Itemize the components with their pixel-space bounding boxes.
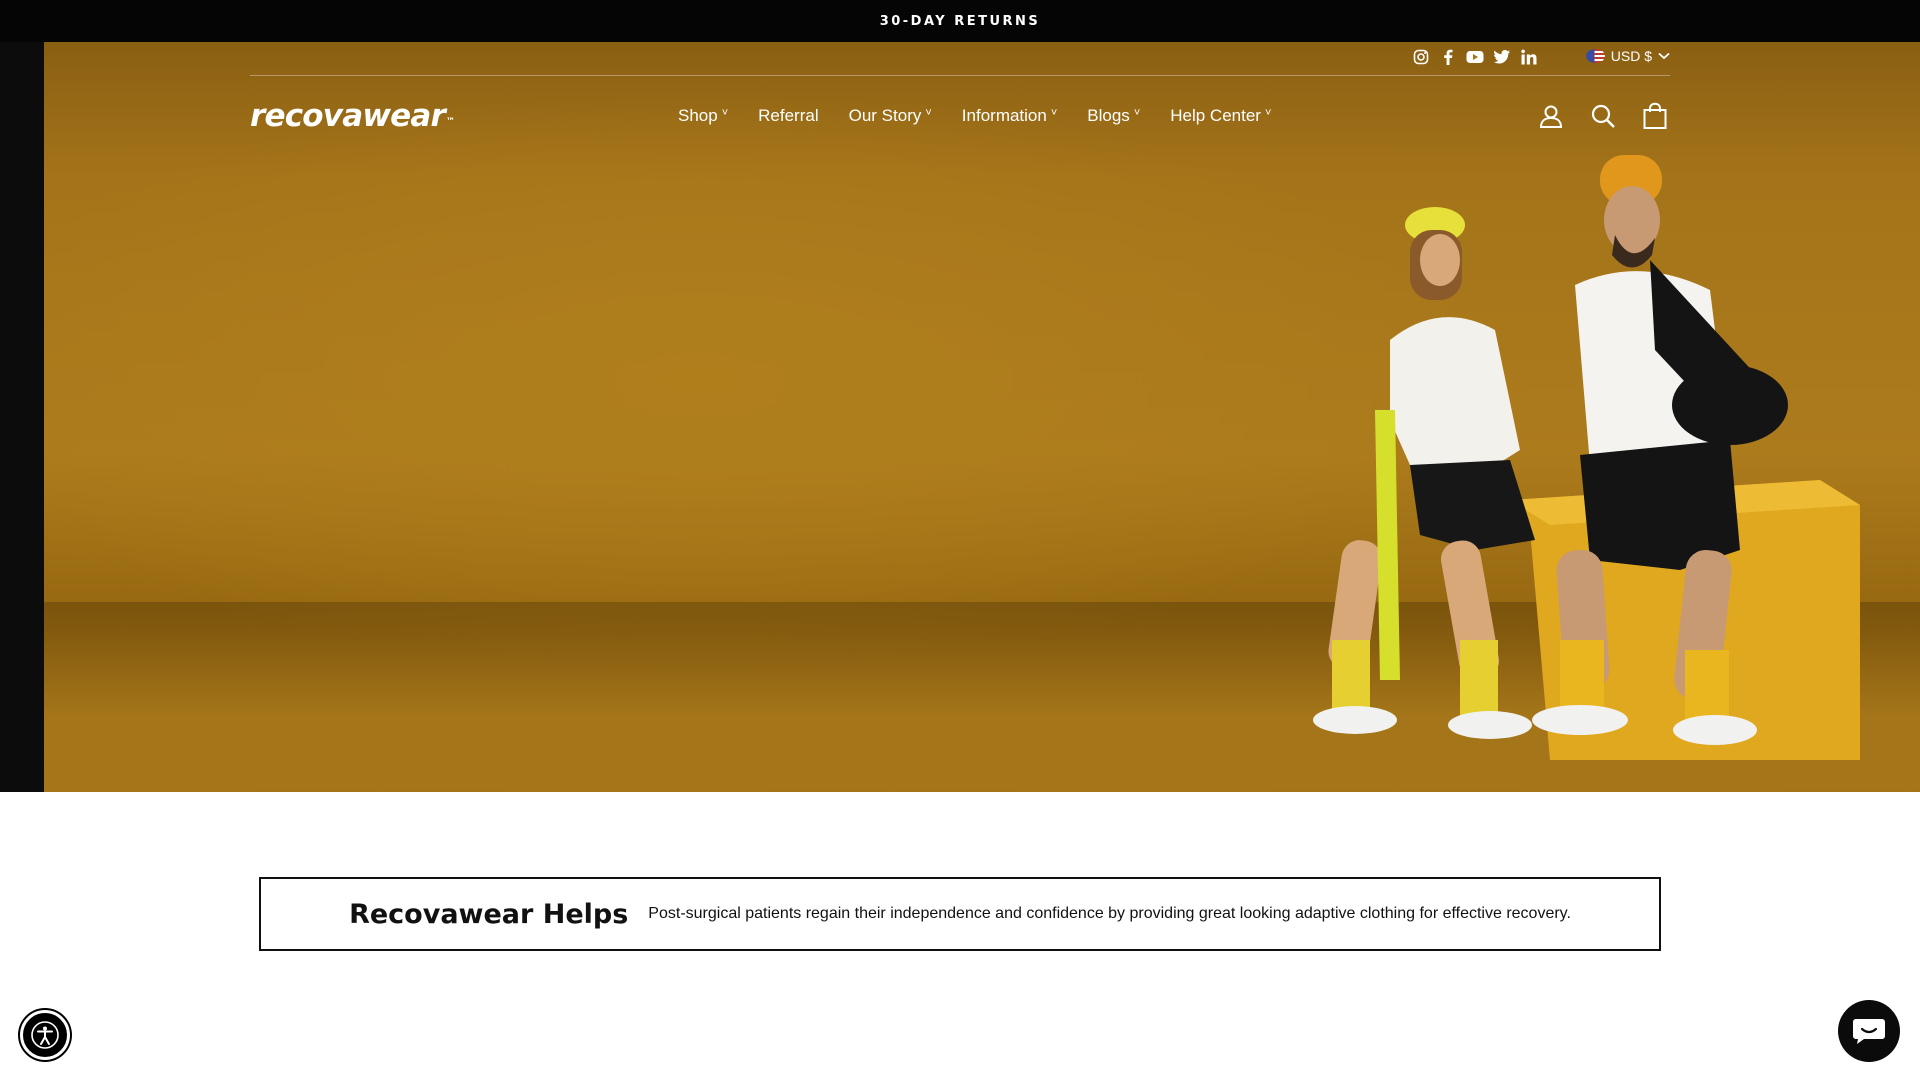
- chevron-down-icon: [1658, 52, 1670, 60]
- nav-item-information[interactable]: Information ˅: [962, 106, 1057, 126]
- caret-down-icon: ˅: [1133, 107, 1141, 119]
- facebook-icon[interactable]: [1439, 48, 1457, 66]
- chat-button[interactable]: [1838, 1000, 1900, 1062]
- caret-down-icon: ˅: [1264, 107, 1272, 119]
- nav-item-referral[interactable]: Referral: [758, 106, 818, 126]
- account-icon[interactable]: [1536, 101, 1566, 131]
- logo-text: recovawear: [250, 98, 446, 134]
- nav-menu: Shop ˅ Referral Our Story ˅ Information ˅ B…: [678, 96, 1271, 136]
- main-navigation: recovawear™ Shop ˅ Referral Our Story ˅ In…: [250, 96, 1670, 136]
- utility-bar: USD $: [250, 42, 1670, 76]
- hero-left-strip: [0, 42, 44, 792]
- caret-down-icon: ˅: [925, 107, 932, 119]
- chat-icon: [1853, 1019, 1885, 1044]
- header-actions: [1536, 96, 1670, 136]
- linkedin-icon[interactable]: [1520, 48, 1538, 66]
- youtube-icon[interactable]: [1466, 48, 1484, 66]
- instagram-icon[interactable]: [1412, 48, 1430, 66]
- cart-icon[interactable]: [1640, 101, 1670, 131]
- announcement-bar: 30-DAY RETURNS: [0, 0, 1920, 42]
- social-links: [1412, 48, 1538, 66]
- caret-down-icon: ˅: [721, 107, 729, 119]
- accessibility-icon: [31, 1021, 59, 1049]
- hero-models-image: [1313, 155, 1860, 760]
- caret-down-icon: ˅: [1050, 107, 1058, 119]
- search-icon[interactable]: [1588, 101, 1618, 131]
- recovawear-logo[interactable]: recovawear™: [250, 96, 455, 136]
- currency-selector[interactable]: USD $: [1585, 48, 1670, 64]
- nav-item-help-center[interactable]: Help Center ˅: [1170, 106, 1271, 126]
- announcement-text: 30-DAY RETURNS: [879, 13, 1041, 29]
- nav-item-our-story[interactable]: Our Story ˅: [849, 106, 932, 126]
- logo-trademark: ™: [445, 117, 455, 127]
- helps-title: Recovawear Helps: [349, 898, 629, 930]
- twitter-icon[interactable]: [1493, 48, 1511, 66]
- recovawear-helps-banner: Recovawear Helps Post-surgical patients …: [259, 877, 1661, 951]
- helps-description: Post-surgical patients regain their inde…: [648, 905, 1571, 922]
- nav-item-shop[interactable]: Shop ˅: [678, 106, 728, 126]
- accessibility-button[interactable]: [20, 1010, 70, 1060]
- us-flag-icon: [1585, 49, 1605, 63]
- currency-label: USD $: [1610, 48, 1652, 64]
- nav-item-blogs[interactable]: Blogs ˅: [1087, 106, 1140, 126]
